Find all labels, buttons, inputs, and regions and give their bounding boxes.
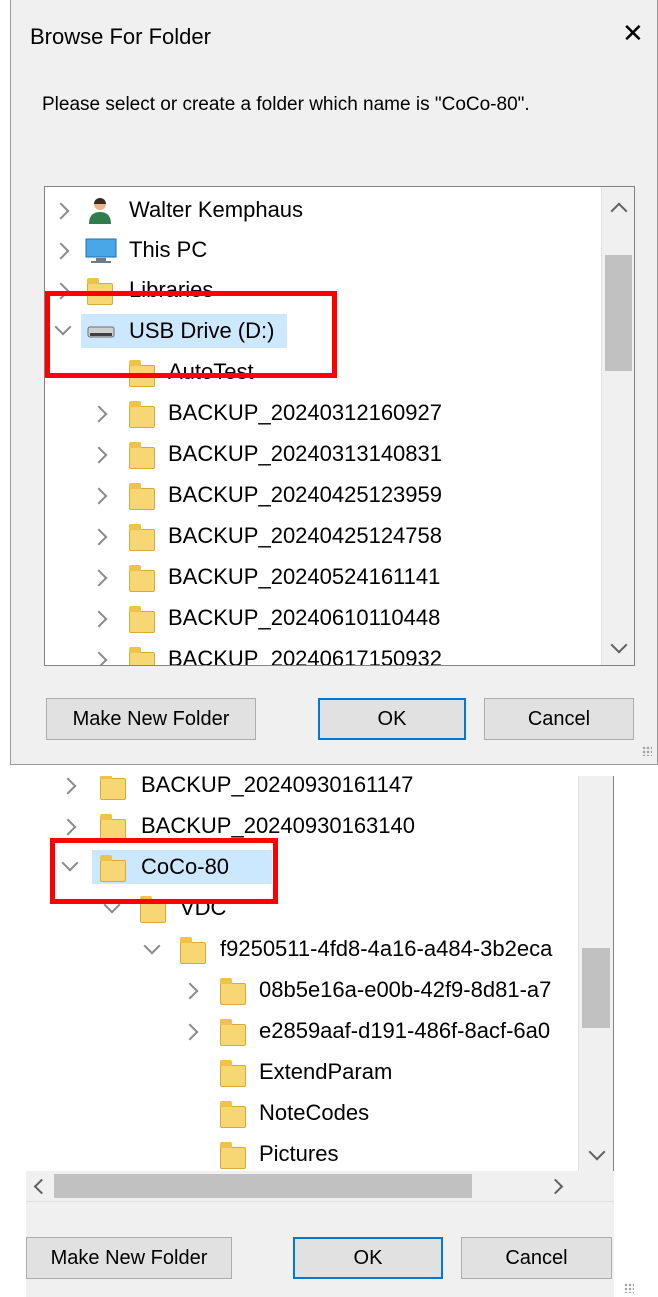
folder-icon [129, 401, 155, 428]
folder-icon [129, 606, 155, 633]
chevron-down-icon[interactable] [143, 937, 161, 955]
chevron-right-icon[interactable] [90, 487, 108, 505]
horizontal-scrollbar[interactable] [26, 1171, 614, 1202]
folder-icon [129, 647, 155, 665]
tree-item-folder[interactable]: BACKUP_20240313140831 [45, 437, 600, 471]
chevron-right-icon[interactable] [90, 651, 108, 665]
make-new-folder-button[interactable]: Make New Folder [26, 1237, 232, 1279]
user-icon [89, 198, 111, 224]
ok-button[interactable]: OK [318, 698, 466, 740]
chevron-right-icon[interactable] [52, 242, 70, 260]
folder-tree[interactable]: Walter Kemphaus This PC Libraries USB Dr… [44, 186, 635, 666]
folder-icon [220, 1060, 246, 1087]
folder-icon [220, 1019, 246, 1046]
resize-grip-icon[interactable] [642, 746, 652, 756]
tree-item-folder[interactable]: BACKUP_20240617150932 [45, 642, 600, 666]
vertical-scrollbar[interactable] [601, 187, 634, 665]
dialog-title: Browse For Folder [30, 24, 211, 49]
tree-item-label: BACKUP_20240930161147 [141, 776, 414, 797]
tree-item-folder[interactable]: f9250511-4fd8-4a16-a484-3b2eca [26, 932, 578, 966]
folder-icon [129, 442, 155, 469]
tree-item-label: BACKUP_20240312160927 [168, 400, 443, 425]
chevron-right-icon[interactable] [52, 202, 70, 220]
vertical-scrollbar[interactable] [578, 776, 613, 1171]
tree-item-label: BACKUP_20240617150932 [168, 646, 443, 666]
chevron-right-icon[interactable] [90, 528, 108, 546]
tree-item-folder[interactable]: BACKUP_20240312160927 [45, 396, 600, 430]
folder-icon [129, 483, 155, 510]
scroll-up-icon[interactable] [610, 202, 628, 220]
tree-item-label: e2859aaf-d191-486f-8acf-6a0 [259, 1018, 551, 1043]
tree-item-label: NoteCodes [259, 1100, 370, 1125]
tree-item-label: BACKUP_20240313140831 [168, 441, 443, 466]
tree-item-folder[interactable]: 08b5e16a-e00b-42f9-8d81-a7 [26, 973, 578, 1007]
chevron-right-icon[interactable] [90, 610, 108, 628]
folder-icon [220, 1142, 246, 1169]
make-new-folder-button[interactable]: Make New Folder [46, 698, 256, 740]
tree-item-folder[interactable]: BACKUP_20240425124758 [45, 519, 600, 553]
tree-item-folder[interactable]: ExtendParam [26, 1055, 578, 1089]
chevron-right-icon[interactable] [90, 405, 108, 423]
resize-grip-icon[interactable] [624, 1283, 634, 1293]
scroll-down-icon[interactable] [610, 636, 628, 654]
cancel-button[interactable]: Cancel [484, 698, 634, 740]
tree-item-label: ExtendParam [259, 1059, 393, 1084]
tree-item-label: BACKUP_20240524161141 [168, 564, 441, 589]
folder-icon [180, 937, 206, 964]
cancel-button[interactable]: Cancel [461, 1237, 612, 1279]
folder-icon [100, 776, 126, 800]
dialog-prompt: Please select or create a folder which n… [42, 94, 530, 115]
tree-item-folder[interactable]: Pictures [26, 1137, 578, 1171]
tree-item-label: f9250511-4fd8-4a16-a484-3b2eca [220, 936, 553, 961]
folder-icon [220, 978, 246, 1005]
tree-item-label: 08b5e16a-e00b-42f9-8d81-a7 [259, 977, 552, 1002]
chevron-right-icon[interactable] [181, 1023, 199, 1041]
scroll-thumb[interactable] [582, 948, 610, 1028]
highlight-box-coco-80 [50, 838, 278, 904]
tree-item-folder[interactable]: BACKUP_20240524161141 [45, 560, 600, 594]
highlight-box-usb-drive [45, 291, 337, 378]
tree-item-label: BACKUP_20240610110448 [168, 605, 441, 630]
tree-item-folder[interactable]: BACKUP_20240930161147 [26, 776, 578, 802]
chevron-right-icon[interactable] [90, 446, 108, 464]
folder-tree-expanded[interactable]: BACKUP_20240930161147 BACKUP_20240930163… [26, 776, 614, 1171]
chevron-right-icon[interactable] [59, 777, 77, 795]
tree-item-label: BACKUP_20240425124758 [168, 523, 443, 548]
tree-item-folder[interactable]: e2859aaf-d191-486f-8acf-6a0 [26, 1014, 578, 1048]
chevron-right-icon[interactable] [59, 818, 77, 836]
folder-icon [140, 896, 166, 923]
scroll-thumb[interactable] [54, 1174, 472, 1198]
scroll-down-icon[interactable] [588, 1143, 606, 1161]
tree-item-label: Pictures [259, 1141, 339, 1166]
computer-icon [85, 238, 117, 263]
ok-button[interactable]: OK [293, 1237, 443, 1279]
tree-item-label: This PC [129, 237, 208, 262]
tree-item-label: Walter Kemphaus [129, 197, 304, 222]
scroll-thumb[interactable] [605, 255, 632, 371]
tree-item-user[interactable]: Walter Kemphaus [45, 193, 600, 227]
folder-icon [129, 524, 155, 551]
tree-item-this-pc[interactable]: This PC [45, 233, 600, 267]
chevron-right-icon[interactable] [181, 982, 199, 1000]
scroll-right-icon[interactable] [547, 1178, 564, 1195]
tree-item-folder[interactable]: BACKUP_20240610110448 [45, 601, 600, 635]
scroll-left-icon[interactable] [33, 1178, 50, 1195]
tree-item-label: BACKUP_20240425123959 [168, 482, 443, 507]
tree-item-folder[interactable]: NoteCodes [26, 1096, 578, 1130]
close-icon[interactable]: ✕ [622, 20, 644, 46]
folder-icon [220, 1101, 246, 1128]
tree-item-folder[interactable]: BACKUP_20240425123959 [45, 478, 600, 512]
folder-icon [129, 565, 155, 592]
chevron-right-icon[interactable] [90, 569, 108, 587]
